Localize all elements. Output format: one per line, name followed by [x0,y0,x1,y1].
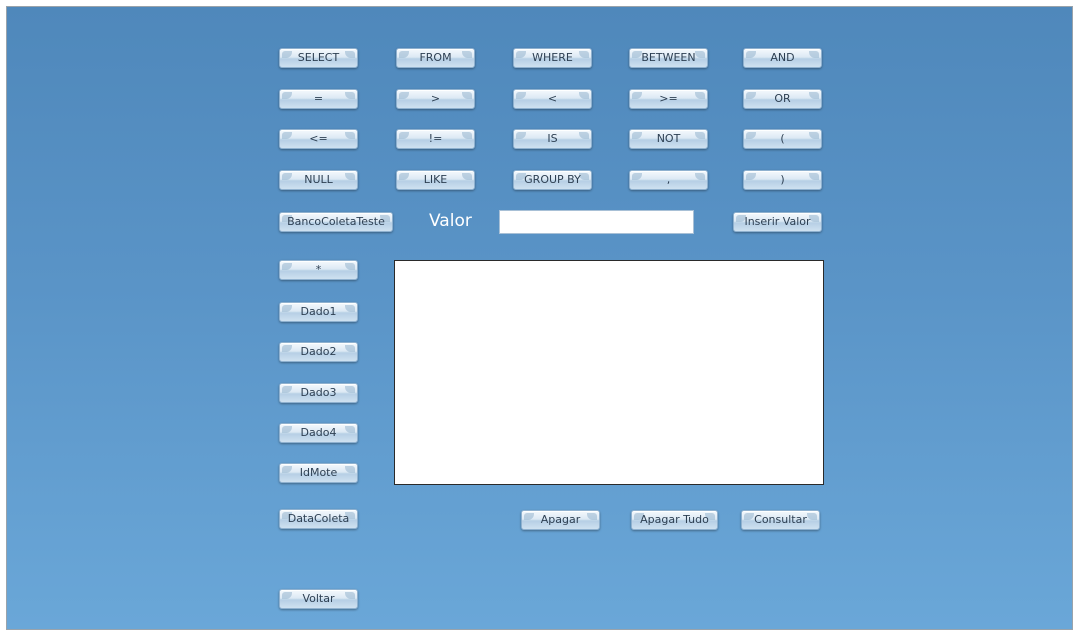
less-than-button[interactable]: < [513,89,592,109]
column-dado2-button[interactable]: Dado2 [279,342,358,362]
not-equal-button[interactable]: != [396,129,475,149]
between-button[interactable]: BETWEEN [629,48,708,68]
column-idmote-button[interactable]: IdMote [279,463,358,483]
or-button[interactable]: OR [743,89,822,109]
open-paren-button[interactable]: ( [743,129,822,149]
close-paren-button[interactable]: ) [743,170,822,190]
column-all-button[interactable]: * [279,260,358,280]
column-dado1-button[interactable]: Dado1 [279,302,358,322]
greater-than-button[interactable]: > [396,89,475,109]
not-button[interactable]: NOT [629,129,708,149]
select-button[interactable]: SELECT [279,48,358,68]
column-datacoleta-button[interactable]: DataColeta [279,509,358,529]
is-button[interactable]: IS [513,129,592,149]
query-text-area[interactable] [394,260,824,485]
insert-value-button[interactable]: Inserir Valor [733,212,822,232]
column-dado4-button[interactable]: Dado4 [279,423,358,443]
from-button[interactable]: FROM [396,48,475,68]
group-by-button[interactable]: GROUP BY [513,170,592,190]
valor-input[interactable] [499,210,694,234]
apagar-button[interactable]: Apagar [521,510,600,530]
table-bancocoletateste-button[interactable]: BancoColetaTeste [279,212,393,232]
greater-equal-button[interactable]: >= [629,89,708,109]
voltar-button[interactable]: Voltar [279,589,358,609]
like-button[interactable]: LIKE [396,170,475,190]
query-builder-panel: SELECT FROM WHERE BETWEEN AND = > < >= O… [6,6,1073,630]
consultar-button[interactable]: Consultar [741,510,820,530]
comma-button[interactable]: , [629,170,708,190]
and-button[interactable]: AND [743,48,822,68]
valor-label: Valor [429,211,472,231]
less-equal-button[interactable]: <= [279,129,358,149]
null-button[interactable]: NULL [279,170,358,190]
apagar-tudo-button[interactable]: Apagar Tudo [631,510,718,530]
where-button[interactable]: WHERE [513,48,592,68]
equals-button[interactable]: = [279,89,358,109]
column-dado3-button[interactable]: Dado3 [279,383,358,403]
